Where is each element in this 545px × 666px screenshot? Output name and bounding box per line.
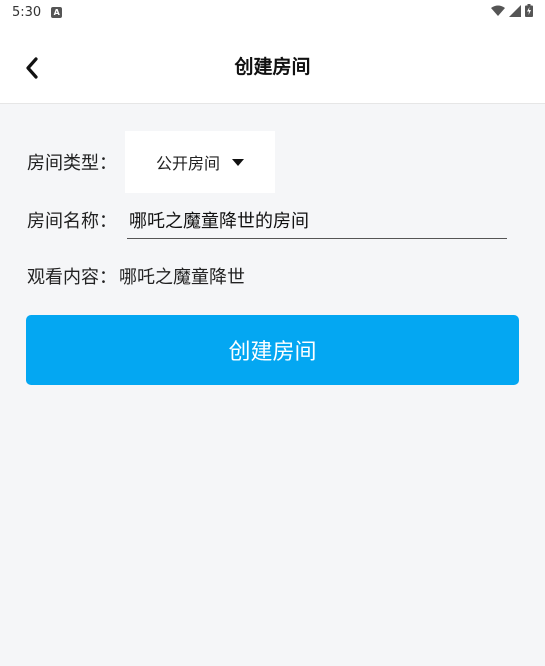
signal-icon	[509, 4, 521, 17]
status-bar: 5:30 A	[0, 0, 545, 24]
notification-icon: A	[51, 6, 63, 18]
status-icons	[491, 4, 533, 17]
wifi-icon	[491, 5, 505, 16]
watch-content-row: 观看内容： 哪吒之魔童降世	[27, 258, 245, 294]
battery-icon	[525, 4, 533, 17]
room-type-select[interactable]: 公开房间	[125, 131, 275, 193]
room-name-label: 房间名称：	[27, 211, 117, 232]
status-time: 5:30	[12, 4, 42, 20]
caret-down-icon	[232, 158, 244, 166]
room-name-input[interactable]	[127, 201, 507, 239]
page-title: 创建房间	[234, 56, 311, 78]
room-type-selected: 公开房间	[155, 154, 220, 173]
room-type-label: 房间类型：	[27, 153, 117, 174]
room-name-row: 房间名称：	[27, 200, 507, 240]
watch-content-label: 观看内容：	[27, 267, 117, 288]
create-room-button[interactable]: 创建房间	[26, 315, 519, 385]
room-type-row: 房间类型： 公开房间	[27, 131, 275, 193]
app-header: 创建房间	[0, 24, 545, 104]
watch-content-value: 哪吒之魔童降世	[119, 267, 245, 288]
